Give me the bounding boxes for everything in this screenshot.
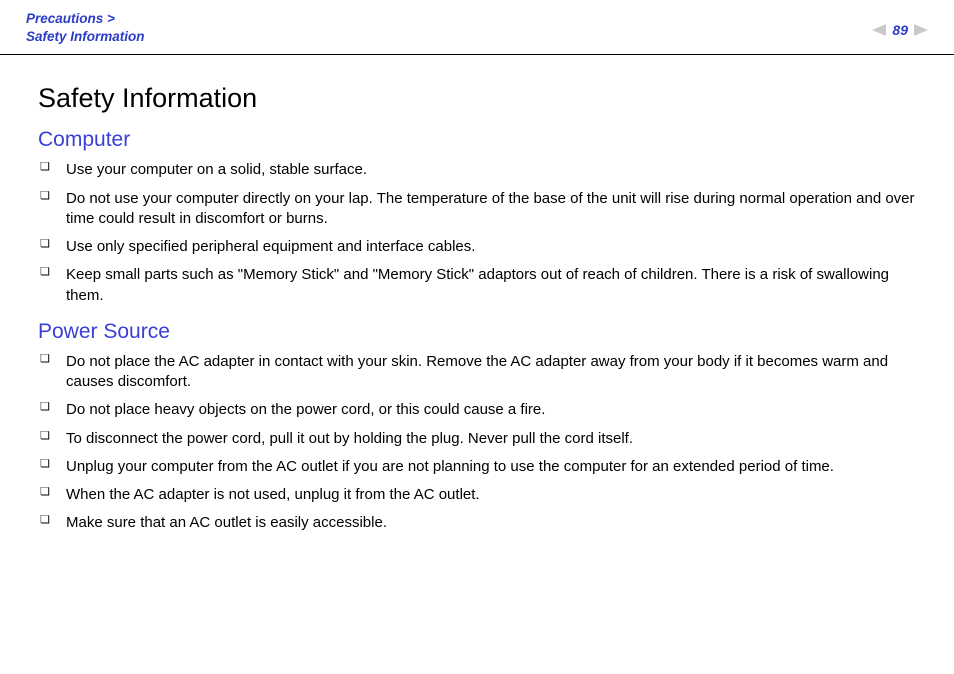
list-item: When the AC adapter is not used, unplug … [38,485,916,505]
section-heading-power-source: Power Source [38,320,916,344]
page-title: Safety Information [38,83,916,114]
list-item: Use your computer on a solid, stable sur… [38,160,916,180]
list-item: Keep small parts such as "Memory Stick" … [38,265,916,306]
page-header: Precautions > Safety Information 89 [0,0,954,55]
bullet-list-power-source: Do not place the AC adapter in contact w… [38,352,916,534]
content-area: Safety Information Computer Use your com… [0,55,954,533]
breadcrumb: Precautions > Safety Information [26,10,145,46]
list-item: Do not place the AC adapter in contact w… [38,352,916,393]
breadcrumb-current: Safety Information [26,29,145,44]
list-item: To disconnect the power cord, pull it ou… [38,429,916,449]
breadcrumb-parent: Precautions > [26,11,115,26]
list-item: Do not place heavy objects on the power … [38,400,916,420]
next-page-arrow-icon[interactable] [914,24,928,36]
prev-page-arrow-icon[interactable] [872,24,886,36]
page-nav: 89 [872,10,928,38]
list-item: Make sure that an AC outlet is easily ac… [38,513,916,533]
bullet-list-computer: Use your computer on a solid, stable sur… [38,160,916,306]
section-heading-computer: Computer [38,128,916,152]
list-item: Do not use your computer directly on you… [38,189,916,230]
page-number: 89 [892,22,908,38]
list-item: Use only specified peripheral equipment … [38,237,916,257]
list-item: Unplug your computer from the AC outlet … [38,457,916,477]
